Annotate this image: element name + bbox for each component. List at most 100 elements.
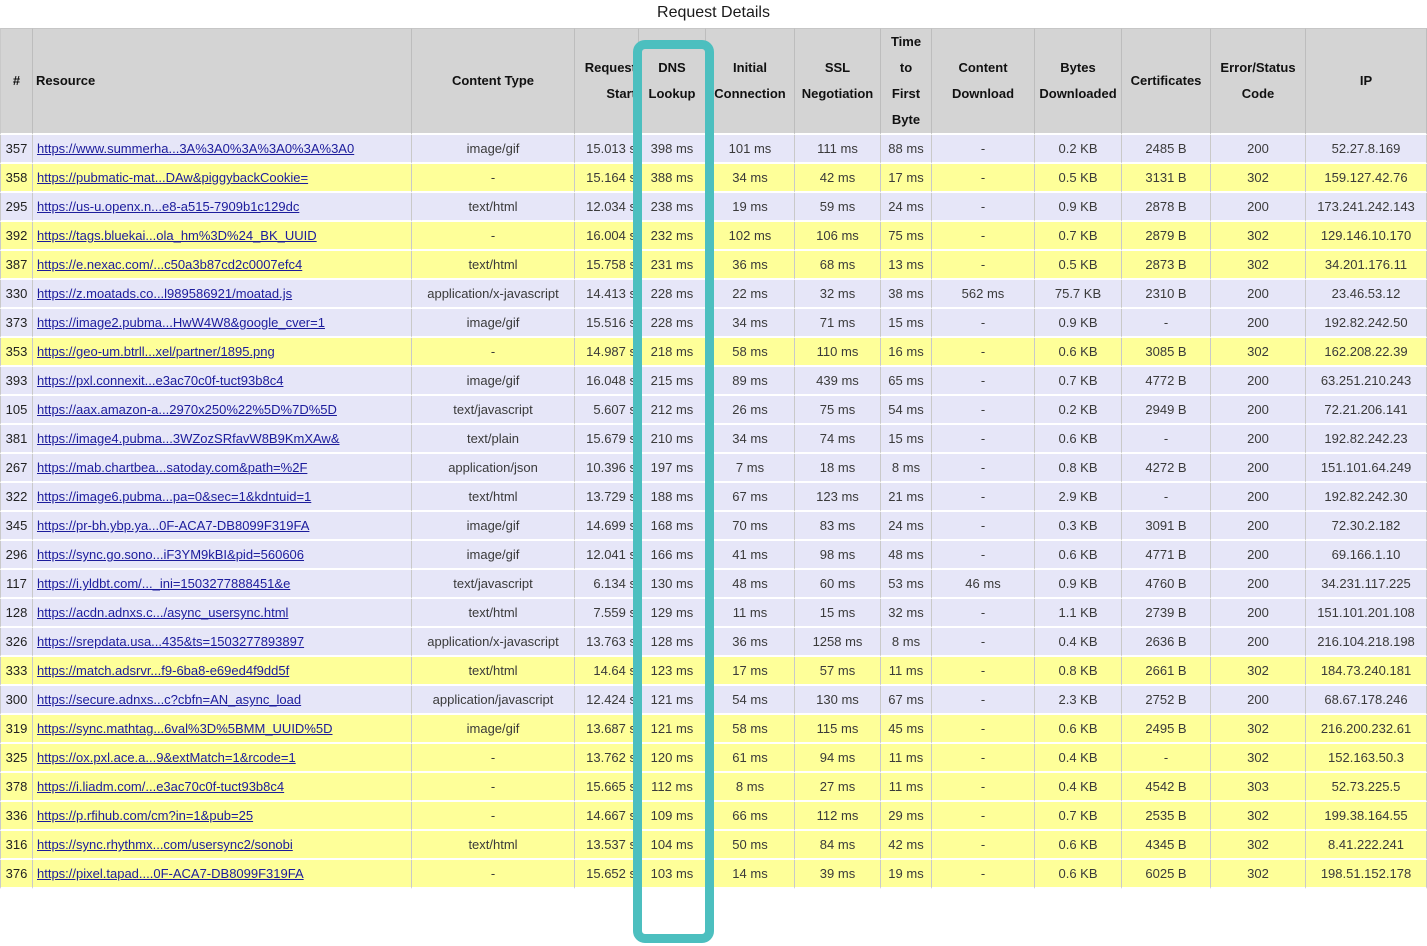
table-row: 128https://acdn.adnxs.c.../async_usersyn… xyxy=(0,599,1427,628)
table-row: 296https://sync.go.sono...iF3YM9kBI&pid=… xyxy=(0,541,1427,570)
resource-link[interactable]: https://srepdata.usa...435&ts=1503277893… xyxy=(37,634,304,649)
resource-link[interactable]: https://us-u.openx.n...e8-a515-7909b1c12… xyxy=(37,199,299,214)
resource-link[interactable]: https://secure.adnxs...c?cbfn=AN_async_l… xyxy=(37,692,301,707)
column-header-content_download[interactable]: Content Download xyxy=(932,28,1035,135)
cell-resource: https://sync.go.sono...iF3YM9kBI&pid=560… xyxy=(33,541,412,570)
cell-dns_lookup: 218 ms xyxy=(639,338,706,367)
column-header-initial_connection[interactable]: Initial Connection xyxy=(706,28,795,135)
cell-bytes_downloaded: 0.2 KB xyxy=(1035,396,1122,425)
cell-certificates: 4772 B xyxy=(1122,367,1211,396)
resource-link[interactable]: https://image2.pubma...HwW4W8&google_cve… xyxy=(37,315,325,330)
cell-initial_connection: 34 ms xyxy=(706,164,795,193)
resource-link[interactable]: https://i.liadm.com/...e3ac70c0f-tuct93b… xyxy=(37,779,284,794)
cell-request_start: 13.687 s xyxy=(575,715,639,744)
cell-ip: 52.73.225.5 xyxy=(1306,773,1427,802)
resource-link[interactable]: https://p.rfihub.com/cm?in=1&pub=25 xyxy=(37,808,253,823)
resource-link[interactable]: https://pr-bh.ybp.ya...0F-ACA7-DB8099F31… xyxy=(37,518,309,533)
column-header-content_type[interactable]: Content Type xyxy=(412,28,575,135)
cell-status: 200 xyxy=(1211,454,1306,483)
column-header-certificates[interactable]: Certificates xyxy=(1122,28,1211,135)
cell-dns_lookup: 215 ms xyxy=(639,367,706,396)
cell-content_download: - xyxy=(932,135,1035,164)
resource-link[interactable]: https://pubmatic-mat...DAw&piggybackCook… xyxy=(37,170,308,185)
resource-link[interactable]: https://tags.bluekai...ola_hm%3D%24_BK_U… xyxy=(37,228,317,243)
request-details-table: #ResourceContent TypeRequest StartDNS Lo… xyxy=(0,28,1427,889)
cell-num: 378 xyxy=(0,773,33,802)
column-header-ttfb[interactable]: Time to First Byte xyxy=(881,28,932,135)
column-header-resource[interactable]: Resource xyxy=(33,28,412,135)
cell-resource: https://image2.pubma...HwW4W8&google_cve… xyxy=(33,309,412,338)
cell-bytes_downloaded: 0.4 KB xyxy=(1035,773,1122,802)
cell-dns_lookup: 210 ms xyxy=(639,425,706,454)
column-header-status[interactable]: Error/Status Code xyxy=(1211,28,1306,135)
resource-link[interactable]: https://sync.go.sono...iF3YM9kBI&pid=560… xyxy=(37,547,304,562)
cell-content_download: - xyxy=(932,251,1035,280)
resource-link[interactable]: https://pxl.connexit...e3ac70c0f-tuct93b… xyxy=(37,373,283,388)
cell-dns_lookup: 120 ms xyxy=(639,744,706,773)
cell-initial_connection: 61 ms xyxy=(706,744,795,773)
cell-status: 200 xyxy=(1211,367,1306,396)
cell-ttfb: 8 ms xyxy=(881,454,932,483)
cell-certificates: 2739 B xyxy=(1122,599,1211,628)
cell-ttfb: 32 ms xyxy=(881,599,932,628)
cell-content_download: - xyxy=(932,744,1035,773)
cell-ssl_negotiation: 83 ms xyxy=(795,512,881,541)
cell-certificates: 2949 B xyxy=(1122,396,1211,425)
column-header-dns_lookup[interactable]: DNS Lookup xyxy=(639,28,706,135)
resource-link[interactable]: https://acdn.adnxs.c.../async_usersync.h… xyxy=(37,605,288,620)
cell-resource: https://aax.amazon-a...2970x250%22%5D%7D… xyxy=(33,396,412,425)
resource-link[interactable]: https://www.summerha...3A%3A0%3A%3A0%3A%… xyxy=(37,141,354,156)
cell-content_type: text/html xyxy=(412,251,575,280)
column-header-ip[interactable]: IP xyxy=(1306,28,1427,135)
cell-ip: 198.51.152.178 xyxy=(1306,860,1427,889)
column-header-request_start[interactable]: Request Start xyxy=(575,28,639,135)
resource-link[interactable]: https://image4.pubma...3WZozSRfavW8B9KmX… xyxy=(37,431,340,446)
cell-content_type: text/html xyxy=(412,657,575,686)
resource-link[interactable]: https://mab.chartbea...satoday.com&path=… xyxy=(37,460,307,475)
cell-certificates: 4771 B xyxy=(1122,541,1211,570)
cell-certificates: 2636 B xyxy=(1122,628,1211,657)
cell-ip: 192.82.242.50 xyxy=(1306,309,1427,338)
cell-initial_connection: 50 ms xyxy=(706,831,795,860)
cell-content_type: - xyxy=(412,802,575,831)
resource-link[interactable]: https://i.yldbt.com/..._ini=150327788845… xyxy=(37,576,290,591)
cell-content_download: - xyxy=(932,541,1035,570)
resource-link[interactable]: https://pixel.tapad....0F-ACA7-DB8099F31… xyxy=(37,866,304,881)
resource-link[interactable]: https://aax.amazon-a...2970x250%22%5D%7D… xyxy=(37,402,337,417)
cell-certificates: - xyxy=(1122,309,1211,338)
cell-initial_connection: 89 ms xyxy=(706,367,795,396)
column-header-num[interactable]: # xyxy=(0,28,33,135)
cell-num: 322 xyxy=(0,483,33,512)
resource-link[interactable]: https://z.moatads.co...l989586921/moatad… xyxy=(37,286,292,301)
cell-num: 358 xyxy=(0,164,33,193)
cell-ttfb: 11 ms xyxy=(881,744,932,773)
cell-ttfb: 42 ms xyxy=(881,831,932,860)
resource-link[interactable]: https://sync.rhythmx...com/usersync2/son… xyxy=(37,837,293,852)
cell-ip: 72.21.206.141 xyxy=(1306,396,1427,425)
resource-link[interactable]: https://image6.pubma...pa=0&sec=1&kdntui… xyxy=(37,489,311,504)
cell-bytes_downloaded: 0.7 KB xyxy=(1035,802,1122,831)
resource-link[interactable]: https://e.nexac.com/...c50a3b87cd2c0007e… xyxy=(37,257,302,272)
cell-status: 200 xyxy=(1211,483,1306,512)
cell-content_type: image/gif xyxy=(412,309,575,338)
resource-link[interactable]: https://match.adsrvr...f9-6ba8-e69ed4f9d… xyxy=(37,663,289,678)
cell-content_download: - xyxy=(932,599,1035,628)
cell-certificates: 2661 B xyxy=(1122,657,1211,686)
cell-content_download: - xyxy=(932,454,1035,483)
cell-dns_lookup: 188 ms xyxy=(639,483,706,512)
cell-ttfb: 65 ms xyxy=(881,367,932,396)
cell-content_type: image/gif xyxy=(412,715,575,744)
column-header-bytes_downloaded[interactable]: Bytes Downloaded xyxy=(1035,28,1122,135)
resource-link[interactable]: https://sync.mathtag...6val%3D%5BMM_UUID… xyxy=(37,721,333,736)
cell-dns_lookup: 231 ms xyxy=(639,251,706,280)
cell-request_start: 15.758 s xyxy=(575,251,639,280)
cell-dns_lookup: 104 ms xyxy=(639,831,706,860)
cell-content_type: - xyxy=(412,860,575,889)
column-header-ssl_negotiation[interactable]: SSL Negotiation xyxy=(795,28,881,135)
resource-link[interactable]: https://geo-um.btrll...xel/partner/1895.… xyxy=(37,344,275,359)
cell-resource: https://sync.mathtag...6val%3D%5BMM_UUID… xyxy=(33,715,412,744)
resource-link[interactable]: https://ox.pxl.ace.a...9&extMatch=1&rcod… xyxy=(37,750,296,765)
cell-ssl_negotiation: 42 ms xyxy=(795,164,881,193)
table-row: 378 https://i.liadm.com/...e3ac70c0f-tuct… xyxy=(0,773,1427,802)
cell-ttfb: 19 ms xyxy=(881,860,932,889)
